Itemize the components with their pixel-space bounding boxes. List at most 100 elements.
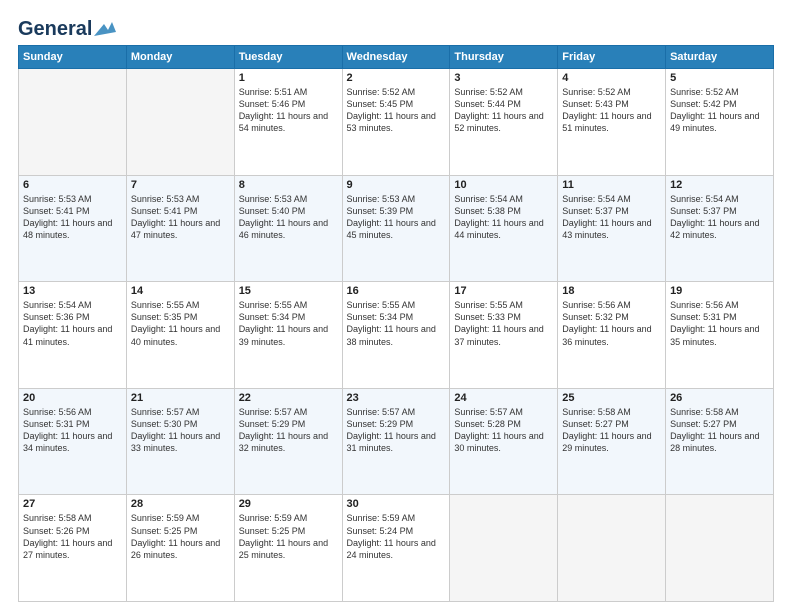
calendar-cell bbox=[450, 495, 558, 602]
calendar-cell bbox=[19, 69, 127, 176]
cell-info: Sunrise: 5:58 AM Sunset: 5:27 PM Dayligh… bbox=[562, 406, 661, 455]
weekday-header-thursday: Thursday bbox=[450, 46, 558, 69]
cell-info: Sunrise: 5:58 AM Sunset: 5:27 PM Dayligh… bbox=[670, 406, 769, 455]
day-number: 13 bbox=[23, 285, 122, 297]
day-number: 29 bbox=[239, 498, 338, 510]
calendar-cell: 3 Sunrise: 5:52 AM Sunset: 5:44 PM Daylig… bbox=[450, 69, 558, 176]
cell-info: Sunrise: 5:59 AM Sunset: 5:25 PM Dayligh… bbox=[131, 512, 230, 561]
cell-info: Sunrise: 5:55 AM Sunset: 5:35 PM Dayligh… bbox=[131, 299, 230, 348]
cell-info: Sunrise: 5:51 AM Sunset: 5:46 PM Dayligh… bbox=[239, 86, 338, 135]
day-number: 14 bbox=[131, 285, 230, 297]
day-number: 9 bbox=[347, 179, 446, 191]
cell-info: Sunrise: 5:54 AM Sunset: 5:38 PM Dayligh… bbox=[454, 193, 553, 242]
cell-info: Sunrise: 5:53 AM Sunset: 5:41 PM Dayligh… bbox=[23, 193, 122, 242]
cell-info: Sunrise: 5:54 AM Sunset: 5:37 PM Dayligh… bbox=[670, 193, 769, 242]
day-number: 1 bbox=[239, 72, 338, 84]
calendar-cell: 6 Sunrise: 5:53 AM Sunset: 5:41 PM Daylig… bbox=[19, 175, 127, 282]
calendar-cell: 9 Sunrise: 5:53 AM Sunset: 5:39 PM Daylig… bbox=[342, 175, 450, 282]
cell-info: Sunrise: 5:56 AM Sunset: 5:32 PM Dayligh… bbox=[562, 299, 661, 348]
day-number: 7 bbox=[131, 179, 230, 191]
cell-info: Sunrise: 5:57 AM Sunset: 5:29 PM Dayligh… bbox=[239, 406, 338, 455]
header: General bbox=[18, 18, 774, 37]
cell-info: Sunrise: 5:54 AM Sunset: 5:36 PM Dayligh… bbox=[23, 299, 122, 348]
weekday-header-saturday: Saturday bbox=[666, 46, 774, 69]
calendar-cell bbox=[666, 495, 774, 602]
day-number: 24 bbox=[454, 392, 553, 404]
calendar-cell: 10 Sunrise: 5:54 AM Sunset: 5:38 PM Dayli… bbox=[450, 175, 558, 282]
cell-info: Sunrise: 5:53 AM Sunset: 5:40 PM Dayligh… bbox=[239, 193, 338, 242]
cell-info: Sunrise: 5:59 AM Sunset: 5:24 PM Dayligh… bbox=[347, 512, 446, 561]
cell-info: Sunrise: 5:55 AM Sunset: 5:33 PM Dayligh… bbox=[454, 299, 553, 348]
cell-info: Sunrise: 5:52 AM Sunset: 5:43 PM Dayligh… bbox=[562, 86, 661, 135]
calendar-cell: 1 Sunrise: 5:51 AM Sunset: 5:46 PM Daylig… bbox=[234, 69, 342, 176]
calendar-week-2: 6 Sunrise: 5:53 AM Sunset: 5:41 PM Daylig… bbox=[19, 175, 774, 282]
day-number: 27 bbox=[23, 498, 122, 510]
cell-info: Sunrise: 5:53 AM Sunset: 5:39 PM Dayligh… bbox=[347, 193, 446, 242]
calendar-cell bbox=[558, 495, 666, 602]
calendar-cell: 5 Sunrise: 5:52 AM Sunset: 5:42 PM Daylig… bbox=[666, 69, 774, 176]
weekday-header-wednesday: Wednesday bbox=[342, 46, 450, 69]
day-number: 3 bbox=[454, 72, 553, 84]
day-number: 17 bbox=[454, 285, 553, 297]
day-number: 5 bbox=[670, 72, 769, 84]
cell-info: Sunrise: 5:57 AM Sunset: 5:29 PM Dayligh… bbox=[347, 406, 446, 455]
calendar-cell: 8 Sunrise: 5:53 AM Sunset: 5:40 PM Daylig… bbox=[234, 175, 342, 282]
cell-info: Sunrise: 5:55 AM Sunset: 5:34 PM Dayligh… bbox=[347, 299, 446, 348]
calendar-cell: 23 Sunrise: 5:57 AM Sunset: 5:29 PM Dayli… bbox=[342, 388, 450, 495]
day-number: 28 bbox=[131, 498, 230, 510]
day-number: 4 bbox=[562, 72, 661, 84]
calendar-cell: 30 Sunrise: 5:59 AM Sunset: 5:24 PM Dayli… bbox=[342, 495, 450, 602]
calendar-cell: 7 Sunrise: 5:53 AM Sunset: 5:41 PM Daylig… bbox=[126, 175, 234, 282]
day-number: 2 bbox=[347, 72, 446, 84]
day-number: 30 bbox=[347, 498, 446, 510]
day-number: 22 bbox=[239, 392, 338, 404]
day-number: 12 bbox=[670, 179, 769, 191]
calendar-cell: 26 Sunrise: 5:58 AM Sunset: 5:27 PM Dayli… bbox=[666, 388, 774, 495]
day-number: 21 bbox=[131, 392, 230, 404]
cell-info: Sunrise: 5:58 AM Sunset: 5:26 PM Dayligh… bbox=[23, 512, 122, 561]
cell-info: Sunrise: 5:52 AM Sunset: 5:42 PM Dayligh… bbox=[670, 86, 769, 135]
cell-info: Sunrise: 5:55 AM Sunset: 5:34 PM Dayligh… bbox=[239, 299, 338, 348]
calendar-cell: 16 Sunrise: 5:55 AM Sunset: 5:34 PM Dayli… bbox=[342, 282, 450, 389]
cell-info: Sunrise: 5:59 AM Sunset: 5:25 PM Dayligh… bbox=[239, 512, 338, 561]
day-number: 20 bbox=[23, 392, 122, 404]
calendar-cell: 25 Sunrise: 5:58 AM Sunset: 5:27 PM Dayli… bbox=[558, 388, 666, 495]
calendar-cell: 15 Sunrise: 5:55 AM Sunset: 5:34 PM Dayli… bbox=[234, 282, 342, 389]
calendar-cell: 17 Sunrise: 5:55 AM Sunset: 5:33 PM Dayli… bbox=[450, 282, 558, 389]
calendar-week-5: 27 Sunrise: 5:58 AM Sunset: 5:26 PM Dayli… bbox=[19, 495, 774, 602]
weekday-header-friday: Friday bbox=[558, 46, 666, 69]
calendar-cell: 11Sunrise: 5:54 AM Sunset: 5:37 PM Dayli… bbox=[558, 175, 666, 282]
calendar-cell: 14 Sunrise: 5:55 AM Sunset: 5:35 PM Dayli… bbox=[126, 282, 234, 389]
day-number: 16 bbox=[347, 285, 446, 297]
cell-info: Sunrise: 5:53 AM Sunset: 5:41 PM Dayligh… bbox=[131, 193, 230, 242]
day-number: 19 bbox=[670, 285, 769, 297]
calendar-cell: 13 Sunrise: 5:54 AM Sunset: 5:36 PM Dayli… bbox=[19, 282, 127, 389]
calendar-cell: 19 Sunrise: 5:56 AM Sunset: 5:31 PM Dayli… bbox=[666, 282, 774, 389]
logo-line1: General bbox=[18, 18, 116, 41]
cell-info: Sunrise: 5:52 AM Sunset: 5:45 PM Dayligh… bbox=[347, 86, 446, 135]
cell-info: Sunrise: 5:57 AM Sunset: 5:28 PM Dayligh… bbox=[454, 406, 553, 455]
cell-info: Sunrise: 5:52 AM Sunset: 5:44 PM Dayligh… bbox=[454, 86, 553, 135]
calendar-cell: 20Sunrise: 5:56 AM Sunset: 5:31 PM Dayli… bbox=[19, 388, 127, 495]
calendar-cell: 24 Sunrise: 5:57 AM Sunset: 5:28 PM Dayli… bbox=[450, 388, 558, 495]
day-number: 15 bbox=[239, 285, 338, 297]
weekday-header-tuesday: Tuesday bbox=[234, 46, 342, 69]
day-number: 8 bbox=[239, 179, 338, 191]
day-number: 10 bbox=[454, 179, 553, 191]
weekday-header-row: SundayMondayTuesdayWednesdayThursdayFrid… bbox=[19, 46, 774, 69]
day-number: 26 bbox=[670, 392, 769, 404]
calendar-cell: 22 Sunrise: 5:57 AM Sunset: 5:29 PM Dayli… bbox=[234, 388, 342, 495]
day-number: 6 bbox=[23, 179, 122, 191]
calendar: SundayMondayTuesdayWednesdayThursdayFrid… bbox=[18, 45, 774, 602]
calendar-cell: 27 Sunrise: 5:58 AM Sunset: 5:26 PM Dayli… bbox=[19, 495, 127, 602]
calendar-week-1: 1 Sunrise: 5:51 AM Sunset: 5:46 PM Daylig… bbox=[19, 69, 774, 176]
day-number: 23 bbox=[347, 392, 446, 404]
cell-info: Sunrise: 5:57 AM Sunset: 5:30 PM Dayligh… bbox=[131, 406, 230, 455]
page: General SundayMondayTuesdayWednesdayThur… bbox=[0, 0, 792, 612]
cell-info: Sunrise: 5:56 AM Sunset: 5:31 PM Dayligh… bbox=[670, 299, 769, 348]
calendar-cell: 18Sunrise: 5:56 AM Sunset: 5:32 PM Dayli… bbox=[558, 282, 666, 389]
calendar-cell: 4 Sunrise: 5:52 AM Sunset: 5:43 PM Daylig… bbox=[558, 69, 666, 176]
day-number: 25 bbox=[562, 392, 661, 404]
weekday-header-sunday: Sunday bbox=[19, 46, 127, 69]
weekday-header-monday: Monday bbox=[126, 46, 234, 69]
